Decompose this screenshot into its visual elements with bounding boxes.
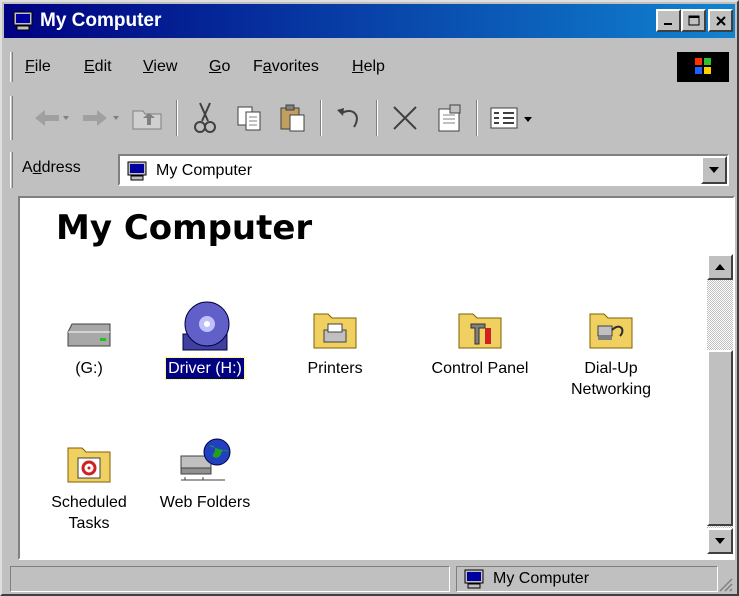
copy-icon: [237, 106, 261, 131]
menu-go[interactable]: Go: [209, 56, 230, 78]
status-bar: My Computer: [10, 564, 735, 594]
address-value: My Computer: [156, 162, 253, 179]
cut-button[interactable]: [184, 100, 226, 136]
item-label: Printers: [307, 360, 363, 377]
properties-icon: [438, 104, 461, 132]
menu-bar: File Edit View Go Favorites Help: [10, 50, 735, 84]
toolbar-separator: [376, 100, 378, 136]
copy-button[interactable]: [228, 100, 270, 136]
toolbar-grip[interactable]: [10, 96, 13, 140]
address-bar: Address My Computer: [10, 150, 735, 190]
web-folders-icon: [180, 438, 231, 481]
address-grip[interactable]: [10, 152, 13, 188]
scroll-down-button[interactable]: [707, 528, 733, 554]
status-text: My Computer: [493, 570, 590, 587]
delete-icon: [393, 106, 417, 130]
scroll-up-button[interactable]: [707, 254, 733, 280]
menu-favorites[interactable]: Favorites: [253, 56, 319, 78]
toolbar-separator: [176, 100, 178, 136]
item-scheduled-tasks[interactable]: Scheduled Tasks: [34, 434, 144, 534]
back-arrow-icon: [35, 110, 69, 126]
item-label: Dial-Up Networking: [570, 360, 652, 398]
maximize-icon: [688, 15, 699, 25]
forward-button[interactable]: [74, 100, 124, 136]
my-computer-icon: [464, 569, 484, 589]
menu-grip[interactable]: [10, 52, 13, 82]
windows-flag-icon: [695, 58, 711, 74]
item-label: (G:): [75, 360, 103, 377]
undo-button[interactable]: [328, 100, 370, 136]
undo-icon: [337, 108, 358, 128]
item-label: Scheduled Tasks: [51, 494, 127, 532]
title-bar[interactable]: My Computer: [4, 4, 735, 38]
status-pane-left: [10, 566, 450, 592]
paste-icon: [280, 104, 305, 132]
toolbar-separator: [320, 100, 322, 136]
windows-logo: [677, 52, 729, 82]
folder-view[interactable]: My Computer (G:) Driver (H:) Printers Co…: [18, 196, 735, 560]
resize-grip-icon[interactable]: [717, 576, 733, 592]
forward-arrow-icon: [83, 110, 119, 126]
scheduled-tasks-folder-icon: [67, 447, 111, 483]
drive-icon: [67, 323, 111, 347]
toolbar-separator: [476, 100, 478, 136]
scroll-thumb[interactable]: [707, 350, 733, 526]
address-label: Address: [22, 159, 81, 176]
up-button[interactable]: [126, 100, 168, 136]
printers-folder-icon: [313, 313, 357, 349]
item-driver-h[interactable]: Driver (H:): [150, 300, 260, 380]
back-button[interactable]: [26, 100, 72, 136]
item-web-folders[interactable]: Web Folders: [150, 434, 260, 513]
standard-toolbar: [10, 94, 735, 142]
views-icon: [490, 107, 532, 129]
my-computer-icon: [127, 161, 147, 181]
item-drive-g[interactable]: (G:): [34, 300, 144, 379]
maximize-button[interactable]: [681, 9, 706, 32]
cut-icon: [194, 102, 216, 133]
address-field[interactable]: My Computer: [118, 154, 729, 186]
item-label: Web Folders: [159, 494, 251, 511]
item-label: Control Panel: [431, 360, 529, 377]
explorer-window: My Computer File Edit View Go Favorites …: [0, 0, 739, 596]
properties-button[interactable]: [428, 100, 470, 136]
status-pane-zone: My Computer: [456, 566, 718, 592]
window-title: My Computer: [40, 10, 162, 31]
chevron-up-icon: [715, 264, 725, 270]
item-control-panel[interactable]: Control Panel: [418, 300, 542, 379]
folder-heading: My Computer: [56, 208, 313, 248]
delete-button[interactable]: [384, 100, 426, 136]
minimize-button[interactable]: [656, 9, 681, 32]
close-icon: [715, 15, 726, 26]
item-label: Driver (H:): [165, 357, 245, 380]
menu-file[interactable]: File: [25, 56, 51, 78]
control-panel-folder-icon: [458, 313, 502, 349]
paste-button[interactable]: [272, 100, 314, 136]
cd-drive-icon: [182, 301, 230, 351]
up-folder-icon: [132, 110, 162, 130]
dialup-folder-icon: [589, 313, 633, 349]
menu-edit[interactable]: Edit: [84, 56, 112, 78]
item-printers[interactable]: Printers: [280, 300, 390, 379]
vertical-scrollbar[interactable]: [707, 254, 733, 554]
views-button[interactable]: [484, 100, 540, 136]
item-dial-up-networking[interactable]: Dial-Up Networking: [556, 300, 666, 400]
close-button[interactable]: [708, 9, 733, 32]
menu-help[interactable]: Help: [352, 56, 385, 78]
minimize-icon: [663, 22, 672, 25]
chevron-down-icon: [709, 167, 719, 173]
address-dropdown-button[interactable]: [701, 156, 727, 184]
menu-view[interactable]: View: [143, 56, 177, 78]
my-computer-icon: [13, 11, 33, 31]
chevron-down-icon: [715, 538, 725, 544]
